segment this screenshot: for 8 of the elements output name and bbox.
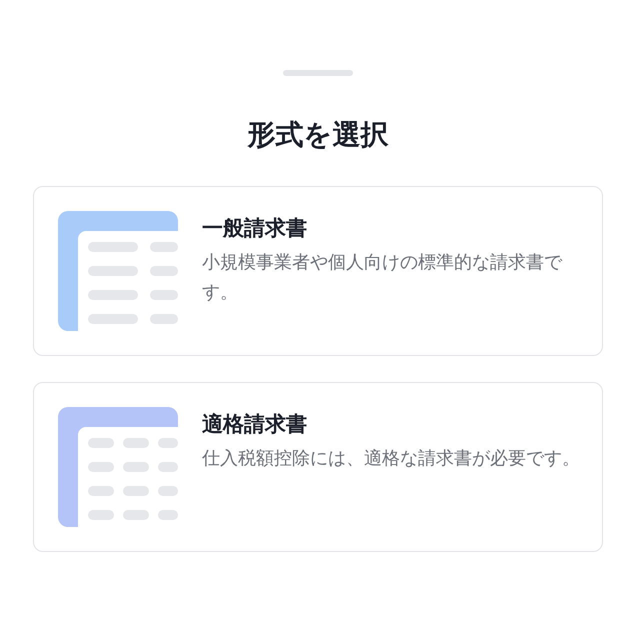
option-description: 仕入税額控除には、適格な請求書が必要です。	[202, 447, 580, 472]
format-option-card[interactable]: 適格請求書 仕入税額控除には、適格な請求書が必要です。	[33, 382, 603, 552]
drag-handle[interactable]	[283, 70, 353, 76]
sheet-title: 形式を選択	[246, 117, 390, 153]
option-description: 小規模事業者や個人向けの標準的な請求書です。	[202, 251, 564, 305]
option-title: 一般請求書	[202, 215, 308, 242]
option-title: 適格請求書	[202, 411, 308, 438]
format-option-card[interactable]: 一般請求書 小規模事業者や個人向けの標準的な請求書です。	[33, 186, 603, 356]
